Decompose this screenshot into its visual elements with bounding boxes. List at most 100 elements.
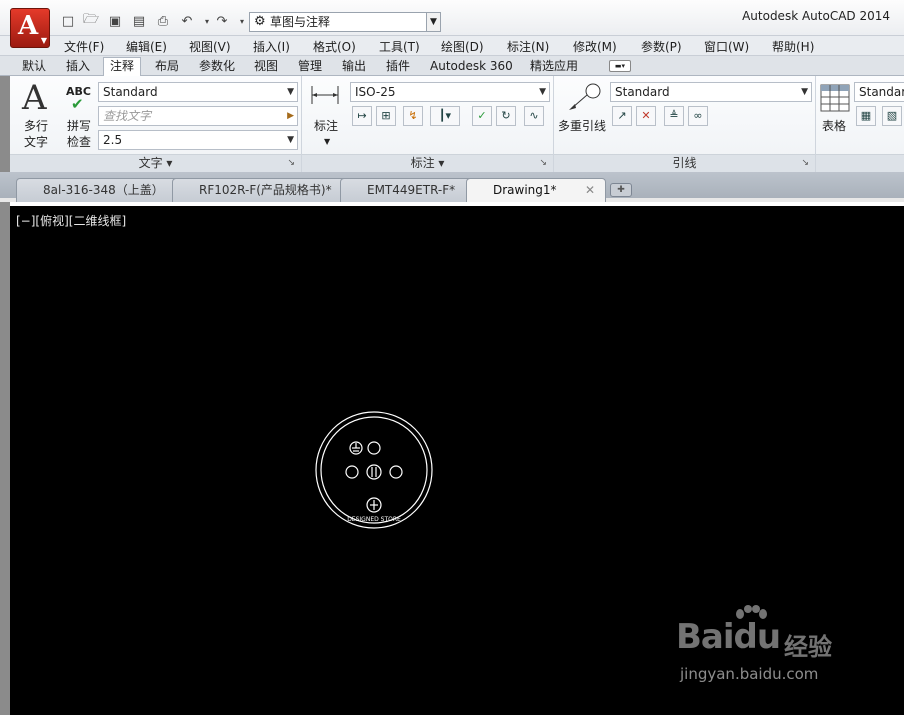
hole bbox=[345, 465, 359, 479]
menu-edit[interactable]: 编辑(E) bbox=[126, 38, 167, 55]
save-icon[interactable]: ▣ bbox=[106, 12, 124, 30]
menu-dimension[interactable]: 标注(N) bbox=[507, 38, 549, 55]
doc-tab-label: RF102R-F(产品规格书)* bbox=[199, 183, 332, 197]
close-icon[interactable]: ✕ bbox=[585, 179, 595, 201]
open-icon[interactable]: 🗁 bbox=[82, 12, 100, 30]
dimension-space-icon[interactable]: ↦ bbox=[352, 106, 372, 126]
extract-data-icon[interactable]: ▦ bbox=[856, 106, 876, 126]
link-data-icon[interactable]: ▧ bbox=[882, 106, 902, 126]
find-icon[interactable]: ▶ bbox=[287, 107, 294, 125]
save-as-icon[interactable]: ▤ bbox=[130, 12, 148, 30]
tab-manage[interactable]: 管理 bbox=[298, 58, 322, 76]
panel-launcher-icon[interactable]: ↘ bbox=[801, 155, 809, 172]
menu-format[interactable]: 格式(O) bbox=[313, 38, 356, 55]
panel-launcher-icon[interactable]: ↘ bbox=[287, 155, 295, 172]
spell-check-label[interactable]: 拼写 bbox=[67, 119, 91, 134]
update-dimension-icon[interactable]: ↻ bbox=[496, 106, 516, 126]
leader-panel-title[interactable]: 引线 ↘ bbox=[554, 154, 815, 172]
text-height-select[interactable]: 2.5 ▼ bbox=[98, 130, 298, 150]
remove-leader-icon[interactable]: ✕ bbox=[636, 106, 656, 126]
tab-plugins[interactable]: 插件 bbox=[386, 58, 410, 76]
menu-help[interactable]: 帮助(H) bbox=[772, 38, 814, 55]
drawing-object[interactable]: DESIGNED STORE bbox=[310, 406, 440, 536]
text-panel: A 多行 文字 ABC ✔ 拼写 检查 Standard ▼ 查找文字 ▶ 2.… bbox=[10, 76, 302, 172]
find-text-input[interactable]: 查找文字 ▶ bbox=[98, 106, 298, 126]
dimension-break-icon[interactable]: ⊞ bbox=[376, 106, 396, 126]
chevron-down-icon: ▼ bbox=[801, 87, 808, 97]
chevron-down-icon[interactable]: ▼ bbox=[324, 134, 330, 149]
tab-parametric[interactable]: 参数化 bbox=[199, 58, 235, 76]
watermark-brand: Baidu bbox=[676, 617, 781, 657]
multileader-style-select[interactable]: Standard ▼ bbox=[610, 82, 812, 102]
continue-dimension-icon[interactable]: ┃▾ bbox=[430, 106, 460, 126]
jog-line-icon[interactable]: ∿ bbox=[524, 106, 544, 126]
doc-tab-label: Drawing1* bbox=[493, 183, 557, 197]
menu-bar: 文件(F) 编辑(E) 视图(V) 插入(I) 格式(O) 工具(T) 绘图(D… bbox=[0, 36, 904, 56]
baidu-watermark: Baidu 经验 jingyan.baidu.com bbox=[676, 605, 856, 695]
table-panel: 表格 Standar ▦ ▧ bbox=[816, 76, 904, 172]
tab-view[interactable]: 视图 bbox=[254, 58, 278, 76]
inspect-dimension-icon[interactable]: ✓ bbox=[472, 106, 492, 126]
tab-featured-apps[interactable]: 精选应用 bbox=[530, 58, 578, 76]
dimension-style-select[interactable]: ISO-25 ▼ bbox=[350, 82, 550, 102]
doc-tab[interactable]: RF102R-F(产品规格书)* bbox=[172, 178, 360, 202]
watermark-url: jingyan.baidu.com bbox=[680, 665, 819, 683]
multileader-button-label[interactable]: 多重引线 bbox=[558, 119, 606, 134]
checkmark-icon: ✔ bbox=[71, 95, 84, 113]
menu-parametric[interactable]: 参数(P) bbox=[641, 38, 682, 55]
tab-annotate[interactable]: 注释 bbox=[103, 57, 142, 77]
workspace-label: 草图与注释 bbox=[270, 15, 331, 29]
tab-autodesk-360[interactable]: Autodesk 360 bbox=[430, 58, 513, 76]
table-style-select[interactable]: Standar bbox=[854, 82, 904, 102]
viewport-controls[interactable]: [−][俯视][二维线框] bbox=[16, 212, 126, 229]
doc-tab-active[interactable]: Drawing1* ✕ bbox=[466, 178, 606, 202]
application-menu-button[interactable]: A ▼ bbox=[10, 8, 50, 48]
menu-insert[interactable]: 插入(I) bbox=[253, 38, 290, 55]
table-icon bbox=[820, 84, 850, 112]
align-leaders-icon[interactable]: ≜ bbox=[664, 106, 684, 126]
table-panel-title bbox=[816, 154, 904, 172]
table-style-value: Standar bbox=[859, 85, 904, 99]
chevron-down-icon: ▼ bbox=[539, 87, 546, 97]
chevron-down-icon: ▼ bbox=[287, 135, 294, 145]
panel-launcher-icon[interactable]: ↘ bbox=[539, 155, 547, 172]
dimension-panel-title-label: 标注 bbox=[410, 156, 435, 170]
print-icon[interactable]: ⎙ bbox=[154, 12, 172, 30]
dimension-panel: 标注 ▼ ISO-25 ▼ ↦ ⊞ ↯ ┃▾ ✓ ↻ ∿ 标注 ▾ ↘ bbox=[302, 76, 554, 172]
undo-icon[interactable]: ↶ bbox=[178, 12, 196, 30]
gear-icon: ⚙ bbox=[254, 14, 266, 29]
new-tab-button[interactable]: ✚ bbox=[610, 183, 632, 197]
dimension-panel-title[interactable]: 标注 ▾ ↘ bbox=[302, 154, 553, 172]
menu-view[interactable]: 视图(V) bbox=[189, 38, 231, 55]
ribbon-options-icon[interactable]: ▬▾ bbox=[609, 60, 631, 72]
quick-dimension-icon[interactable]: ↯ bbox=[403, 106, 423, 126]
dimension-icon bbox=[310, 84, 340, 106]
tab-insert[interactable]: 插入 bbox=[66, 58, 90, 76]
redo-icon[interactable]: ↷ bbox=[213, 12, 231, 30]
menu-modify[interactable]: 修改(M) bbox=[573, 38, 617, 55]
find-text-placeholder: 查找文字 bbox=[103, 109, 152, 123]
collect-leaders-icon[interactable]: ∞ bbox=[688, 106, 708, 126]
tab-layout[interactable]: 布局 bbox=[155, 58, 179, 76]
multiline-text-label-2[interactable]: 文字 bbox=[24, 135, 48, 150]
drawing-canvas[interactable]: [−][俯视][二维线框] DESIGNED STORE Baidu 经验 ji… bbox=[10, 206, 904, 715]
multiline-text-label[interactable]: 多行 bbox=[24, 119, 48, 134]
center-hole bbox=[366, 464, 382, 480]
text-panel-title[interactable]: 文字 ▾ ↘ bbox=[10, 154, 301, 172]
text-style-select[interactable]: Standard ▼ bbox=[98, 82, 298, 102]
tab-default[interactable]: 默认 bbox=[22, 58, 46, 76]
doc-tab-label: EMT449ETR-F* bbox=[367, 183, 456, 197]
chevron-down-icon: ▼ bbox=[40, 36, 47, 45]
menu-window[interactable]: 窗口(W) bbox=[704, 38, 749, 55]
table-button-label[interactable]: 表格 bbox=[822, 119, 846, 134]
doc-tab[interactable]: 8al-316-348（上盖） bbox=[16, 178, 188, 202]
menu-file[interactable]: 文件(F) bbox=[64, 38, 104, 55]
add-leader-icon[interactable]: ↗ bbox=[612, 106, 632, 126]
workspace-select[interactable]: ⚙ 草图与注释 ▼ bbox=[249, 12, 441, 32]
dimension-button-label[interactable]: 标注 bbox=[314, 119, 338, 134]
menu-tools[interactable]: 工具(T) bbox=[379, 38, 420, 55]
spell-check-label-2[interactable]: 检查 bbox=[67, 135, 91, 150]
tab-output[interactable]: 输出 bbox=[342, 58, 366, 76]
menu-draw[interactable]: 绘图(D) bbox=[441, 38, 484, 55]
new-icon[interactable]: □ bbox=[59, 12, 77, 30]
